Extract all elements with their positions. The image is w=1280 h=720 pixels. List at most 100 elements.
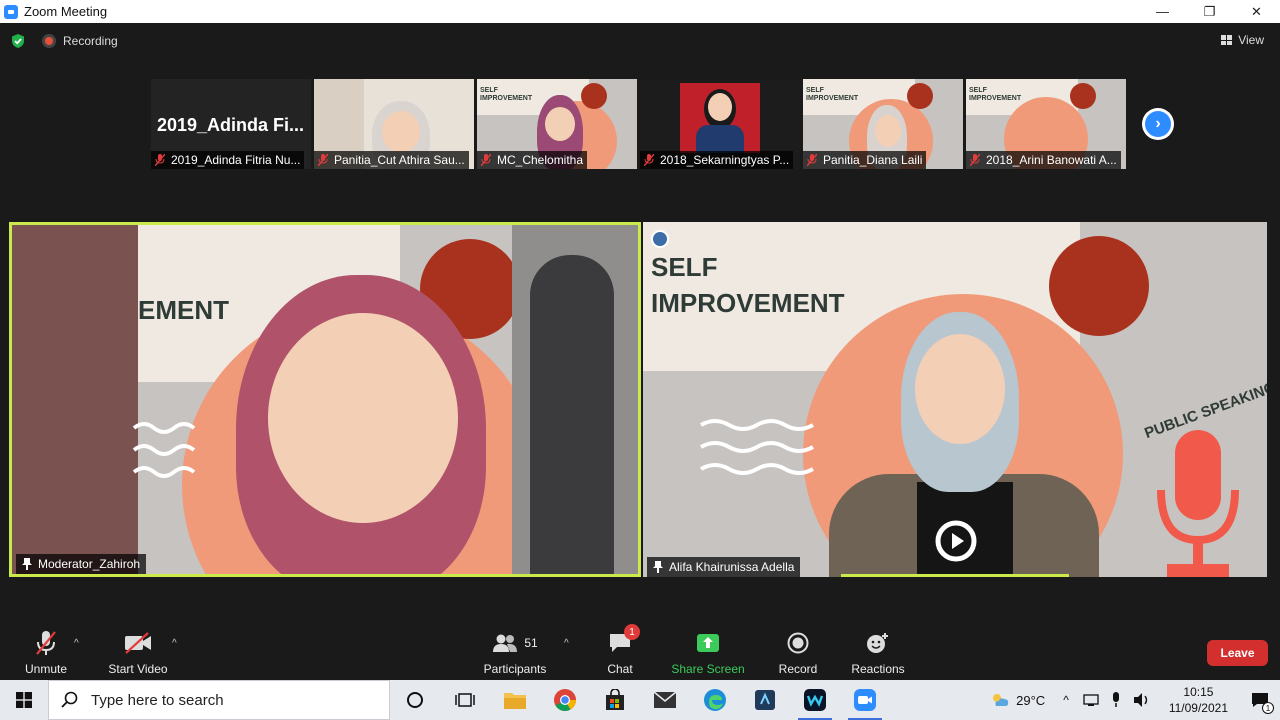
participant-name: Alifa Khairunissa Adella bbox=[669, 560, 795, 574]
pin-icon bbox=[653, 561, 663, 573]
taskbar-chrome[interactable] bbox=[540, 680, 590, 720]
cortana-icon bbox=[407, 692, 423, 708]
participants-icon bbox=[493, 634, 518, 652]
participant-name: Panitia_Diana Laili bbox=[823, 153, 923, 167]
recording-icon[interactable] bbox=[42, 34, 56, 48]
mic-muted-icon bbox=[807, 154, 817, 166]
slide-title: SELF IMPROVEMENT bbox=[969, 87, 1022, 102]
mic-muted-icon bbox=[155, 154, 165, 166]
taskbar-file-explorer[interactable] bbox=[490, 680, 540, 720]
taskbar-store[interactable] bbox=[590, 680, 640, 720]
windows-logo-icon bbox=[16, 692, 32, 708]
participant-name: 2018_Sekarningtyas P... bbox=[660, 153, 790, 167]
volume-icon[interactable] bbox=[1133, 692, 1151, 708]
participants-label: Participants bbox=[483, 662, 547, 676]
active-speaker-indicator bbox=[841, 574, 1069, 577]
window-title: Zoom Meeting bbox=[24, 4, 108, 19]
share-screen-button[interactable]: Share Screen bbox=[671, 628, 745, 676]
mic-muted-icon bbox=[318, 154, 328, 166]
participant-nameplate: 2018_Arini Banowati A... bbox=[966, 151, 1121, 169]
video-tile-moderator[interactable]: EMENT Moderator_Zahiroh bbox=[9, 222, 641, 577]
mic-muted-icon bbox=[970, 154, 980, 166]
next-page-button[interactable]: › bbox=[1142, 108, 1174, 140]
app-tile-icon bbox=[755, 690, 775, 710]
mic-muted-icon bbox=[36, 631, 56, 655]
taskbar-clock[interactable]: 10:15 11/09/2021 bbox=[1169, 684, 1228, 716]
audio-options-caret-icon[interactable]: ^ bbox=[74, 638, 79, 649]
video-off-icon bbox=[125, 632, 151, 654]
unmute-label: Unmute bbox=[24, 662, 68, 676]
cortana-button[interactable] bbox=[390, 680, 440, 720]
unmute-button[interactable]: Unmute bbox=[22, 628, 70, 676]
participants-options-caret-icon[interactable]: ^ bbox=[564, 638, 569, 649]
pin-icon bbox=[22, 558, 32, 570]
participant-thumbnail[interactable]: SELF IMPROVEMENT MC_Chelomitha bbox=[477, 79, 637, 169]
mic-muted-icon bbox=[644, 154, 654, 166]
participant-name: Moderator_Zahiroh bbox=[38, 557, 141, 571]
leave-button[interactable]: Leave bbox=[1207, 640, 1268, 666]
task-view-button[interactable] bbox=[440, 680, 490, 720]
temperature[interactable]: 29°C bbox=[1016, 693, 1045, 708]
search-icon bbox=[61, 691, 78, 708]
participants-button[interactable]: 51 Participants bbox=[482, 628, 548, 676]
microphone-tray-icon[interactable] bbox=[1111, 692, 1121, 708]
reactions-label: Reactions bbox=[851, 662, 905, 676]
taskbar-search[interactable] bbox=[48, 680, 390, 720]
search-input[interactable] bbox=[91, 691, 351, 709]
participant-thumbnail[interactable]: SELF IMPROVEMENT Panitia_Diana Laili bbox=[803, 79, 963, 169]
participant-thumbnail[interactable]: 2018_Sekarningtyas P... bbox=[640, 79, 800, 169]
participant-thumbnail[interactable]: Panitia_Cut Athira Sau... bbox=[314, 79, 474, 169]
wave-decoration-icon bbox=[700, 419, 814, 475]
system-tray: 29°C ^ 10:15 11/09/2021 1 bbox=[990, 680, 1280, 720]
microphone-graphic-icon bbox=[1157, 430, 1239, 577]
reactions-icon bbox=[867, 633, 888, 653]
participant-nameplate: Panitia_Diana Laili bbox=[803, 151, 927, 169]
participant-name: 2018_Arini Banowati A... bbox=[986, 153, 1117, 167]
slide-text: EMENT bbox=[138, 295, 229, 325]
view-button[interactable]: View bbox=[1221, 33, 1264, 47]
video-tile-speaker[interactable]: SELF IMPROVEMENT PUBLIC SPEAKING Alifa K bbox=[643, 222, 1267, 577]
taskbar-app-bluebox[interactable] bbox=[740, 680, 790, 720]
meeting-toolbar: Unmute ^ Start Video ^ 51 Participants ^ bbox=[0, 624, 1280, 680]
chevron-right-icon: › bbox=[1145, 111, 1171, 137]
taskbar-mail[interactable] bbox=[640, 680, 690, 720]
task-view-icon bbox=[455, 693, 475, 707]
encryption-shield-icon[interactable] bbox=[10, 33, 26, 49]
zoom-icon bbox=[854, 689, 876, 711]
participant-nameplate: MC_Chelomitha bbox=[477, 151, 588, 169]
mic-muted-icon bbox=[481, 154, 491, 166]
video-options-caret-icon[interactable]: ^ bbox=[172, 638, 177, 649]
slide-title-2: IMPROVEMENT bbox=[651, 288, 845, 318]
taskbar-webex[interactable] bbox=[790, 680, 840, 720]
network-icon[interactable] bbox=[1083, 693, 1099, 707]
wave-decoration-icon bbox=[132, 422, 196, 478]
taskbar-zoom[interactable] bbox=[840, 680, 890, 720]
chat-button[interactable]: 1 Chat bbox=[604, 624, 640, 676]
chat-label: Chat bbox=[607, 662, 633, 676]
participant-nameplate: Moderator_Zahiroh bbox=[16, 554, 147, 574]
minimize-button[interactable]: — bbox=[1139, 0, 1186, 23]
maximize-button[interactable]: ❐ bbox=[1186, 0, 1233, 23]
record-label: Record bbox=[778, 662, 818, 676]
participants-count: 51 bbox=[524, 636, 538, 650]
gallery-strip: 2019_Adinda Fi... 2019_Adinda Fitria Nu.… bbox=[151, 79, 1126, 169]
share-screen-label: Share Screen bbox=[671, 662, 745, 676]
start-button[interactable] bbox=[0, 680, 48, 720]
weather-icon[interactable] bbox=[990, 691, 1010, 709]
notification-center-button[interactable]: 1 bbox=[1240, 680, 1280, 720]
close-button[interactable]: ✕ bbox=[1233, 0, 1280, 23]
folder-icon bbox=[504, 693, 526, 709]
participant-nameplate: Alifa Khairunissa Adella bbox=[647, 557, 801, 577]
participant-thumbnail[interactable]: SELF IMPROVEMENT 2018_Arini Banowati A..… bbox=[966, 79, 1126, 169]
reactions-button[interactable]: Reactions bbox=[850, 628, 906, 676]
taskbar-edge[interactable] bbox=[690, 680, 740, 720]
university-logo-icon bbox=[651, 230, 669, 248]
participant-name: MC_Chelomitha bbox=[497, 153, 584, 167]
participant-display-name: 2019_Adinda Fi... bbox=[157, 115, 305, 135]
clock-date: 11/09/2021 bbox=[1168, 701, 1228, 715]
chat-badge: 1 bbox=[624, 624, 640, 640]
start-video-button[interactable]: Start Video bbox=[106, 628, 170, 676]
record-button[interactable]: Record bbox=[778, 628, 818, 676]
participant-thumbnail[interactable]: 2019_Adinda Fi... 2019_Adinda Fitria Nu.… bbox=[151, 79, 311, 169]
chevron-up-icon[interactable]: ^ bbox=[1063, 693, 1069, 707]
